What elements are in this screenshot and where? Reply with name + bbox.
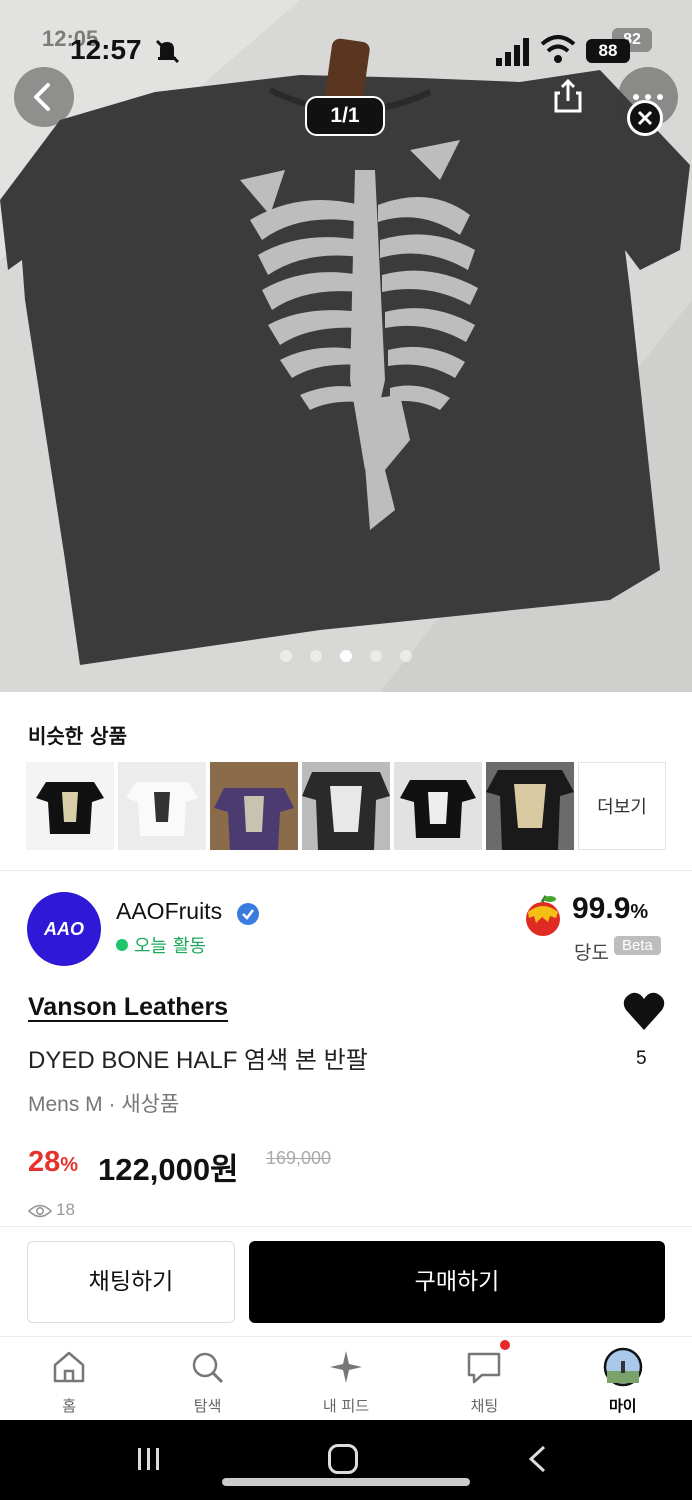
- purchase-action-bar: 채팅하기 구매하기: [0, 1226, 692, 1336]
- carousel-dot[interactable]: [280, 650, 292, 662]
- nav-my[interactable]: 마이: [554, 1337, 692, 1420]
- nav-home[interactable]: 홈: [0, 1337, 138, 1420]
- like-heart-icon[interactable]: [622, 990, 666, 1032]
- nav-chat-label: 채팅: [470, 1397, 499, 1415]
- close-icon: [637, 110, 653, 126]
- online-status-dot: [116, 939, 128, 951]
- divider: [0, 870, 692, 871]
- sale-price: 122,000원: [98, 1152, 239, 1187]
- gesture-pill[interactable]: [222, 1478, 470, 1486]
- similar-product-thumb[interactable]: [118, 762, 206, 850]
- close-overlay-button[interactable]: [627, 100, 663, 136]
- more-similar-button[interactable]: 더보기: [578, 762, 666, 850]
- product-image-carousel[interactable]: 12:05 12:57 82 88 1/1: [0, 0, 692, 692]
- rating-unit: %: [630, 901, 649, 923]
- nav-search-label: 탐색: [193, 1397, 222, 1415]
- nav-feed[interactable]: 내 피드: [277, 1337, 415, 1420]
- search-icon: [193, 1352, 224, 1384]
- discount-unit: %: [60, 1154, 79, 1176]
- similar-product-thumb[interactable]: [302, 762, 390, 850]
- wifi-icon: [540, 35, 576, 63]
- discount-value: 28: [28, 1146, 61, 1178]
- original-price: 169,000: [266, 1148, 332, 1168]
- like-count: 5: [636, 1048, 647, 1069]
- battery-indicator: 88: [586, 39, 630, 63]
- product-title: DYED BONE HALF 염색 본 반팔: [28, 1047, 368, 1074]
- eye-icon: [28, 1204, 52, 1218]
- chevron-left-icon: [34, 83, 50, 111]
- seller-name[interactable]: AAOFruits: [116, 898, 222, 925]
- back-button[interactable]: [14, 67, 74, 127]
- nav-feed-label: 내 피드: [322, 1397, 370, 1415]
- carousel-dot[interactable]: [310, 650, 322, 662]
- nav-chat[interactable]: 채팅: [415, 1337, 553, 1420]
- similar-product-thumb[interactable]: [394, 762, 482, 850]
- online-status-text: 오늘 활동: [134, 936, 206, 957]
- carousel-dot[interactable]: [400, 650, 412, 662]
- rating-value: 99.9: [572, 892, 631, 925]
- recent-apps-icon[interactable]: [136, 1446, 162, 1472]
- nav-my-label: 마이: [608, 1397, 637, 1415]
- chat-notification-dot: [500, 1340, 510, 1350]
- nav-home-label: 홈: [62, 1397, 77, 1415]
- similar-product-thumb[interactable]: [26, 762, 114, 850]
- nav-search[interactable]: 탐색: [138, 1337, 276, 1420]
- view-count: 18: [56, 1200, 75, 1219]
- sweetness-rating[interactable]: 99.9%: [572, 892, 648, 926]
- apple-rating-icon: [526, 895, 560, 936]
- chat-button[interactable]: 채팅하기: [27, 1241, 235, 1323]
- share-icon: [554, 78, 582, 113]
- buy-button[interactable]: 구매하기: [249, 1241, 665, 1323]
- carousel-dot-active[interactable]: [340, 650, 352, 662]
- product-meta: Mens M · 새상품: [28, 1093, 180, 1116]
- home-icon: [53, 1351, 85, 1383]
- sweetness-label: 당도: [574, 942, 609, 964]
- chat-icon: [467, 1352, 501, 1384]
- discount-rate: 28%: [28, 1146, 78, 1179]
- profile-avatar: [603, 1347, 642, 1387]
- share-button[interactable]: [538, 67, 598, 127]
- seller-avatar[interactable]: AAO: [27, 892, 101, 966]
- carousel-dots: [280, 650, 412, 666]
- signal-icon: [496, 38, 529, 66]
- system-back-icon[interactable]: [526, 1444, 548, 1474]
- similar-products-title: 비슷한 상품: [28, 724, 127, 748]
- sparkle-icon: [329, 1351, 362, 1383]
- system-home-button[interactable]: [328, 1444, 358, 1474]
- image-counter: 1/1: [305, 96, 385, 136]
- similar-product-thumb[interactable]: [486, 762, 574, 850]
- verified-badge-icon: [237, 903, 259, 925]
- system-navigation-bar: [0, 1420, 692, 1500]
- bottom-navigation: 홈 탐색 내 피드 채팅 마이: [0, 1336, 692, 1420]
- similar-product-thumb[interactable]: [210, 762, 298, 850]
- carousel-dot[interactable]: [370, 650, 382, 662]
- similar-products-list: 더보기: [26, 762, 666, 850]
- beta-badge: Beta: [614, 936, 661, 955]
- brand-link[interactable]: Vanson Leathers: [28, 993, 228, 1022]
- mute-bell-icon: [155, 39, 180, 64]
- status-time: 12:57: [70, 34, 142, 65]
